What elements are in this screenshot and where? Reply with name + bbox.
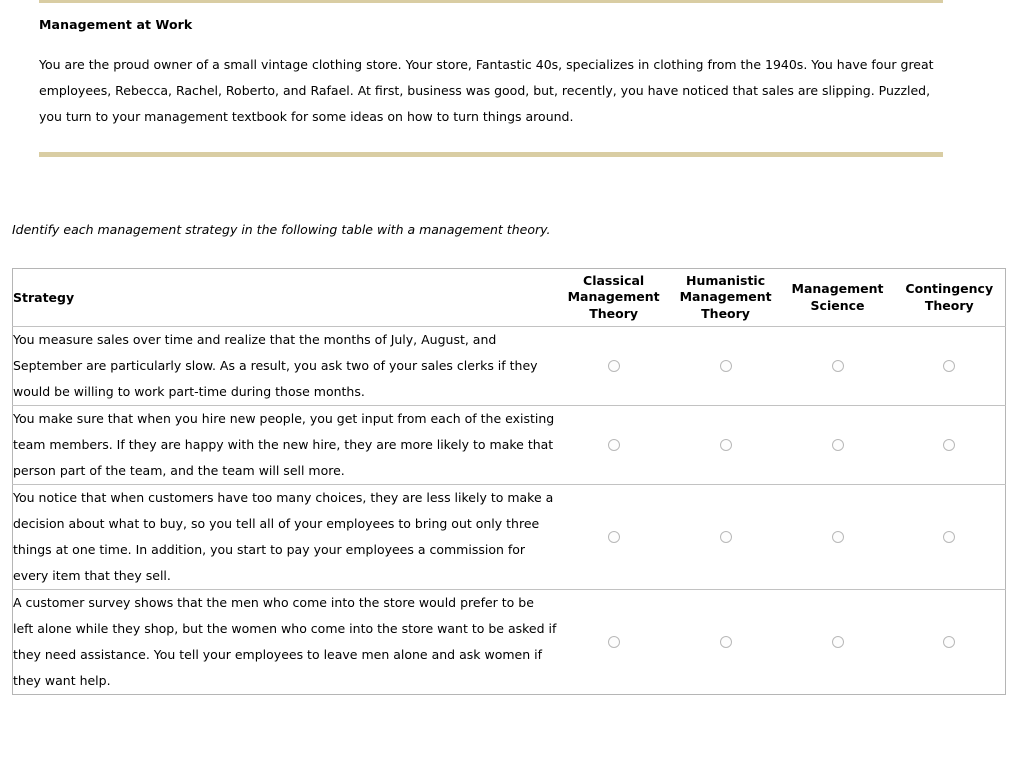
case-study-paragraph: You are the proud owner of a small vinta… (39, 57, 934, 124)
column-header-management-science: Management Science (791, 281, 884, 313)
radio-button[interactable] (607, 438, 620, 451)
instruction-text: Identify each management strategy in the… (12, 222, 551, 237)
column-header-contingency-theory: Contingency Theory (905, 281, 994, 313)
radio-cell-row1-classical[interactable] (558, 327, 670, 406)
radio-button[interactable] (831, 530, 844, 543)
table-head: Strategy Classical Management Theory Hum… (13, 269, 1006, 327)
radio-cell-row2-management-science[interactable] (782, 406, 894, 485)
column-header-strategy: Strategy (13, 290, 75, 305)
case-study-title: Management at Work (39, 17, 193, 32)
radio-button[interactable] (607, 530, 620, 543)
strategy-text: A customer survey shows that the men who… (13, 595, 557, 688)
radio-cell-row3-contingency[interactable] (894, 485, 1006, 590)
radio-button[interactable] (831, 635, 844, 648)
radio-button[interactable] (943, 438, 956, 451)
radio-cell-row4-classical[interactable] (558, 590, 670, 695)
radio-cell-row1-management-science[interactable] (782, 327, 894, 406)
radio-cell-row3-management-science[interactable] (782, 485, 894, 590)
table-row: You make sure that when you hire new peo… (12, 405, 1006, 485)
radio-cell-row2-humanistic[interactable] (670, 406, 782, 485)
radio-button[interactable] (607, 359, 620, 372)
radio-cell-row4-management-science[interactable] (782, 590, 894, 695)
strategy-theory-table: Strategy Classical Management Theory Hum… (12, 268, 1006, 695)
radio-cell-row4-humanistic[interactable] (670, 590, 782, 695)
strategy-text: You notice that when customers have too … (13, 490, 554, 583)
radio-button[interactable] (719, 438, 732, 451)
radio-cell-row1-contingency[interactable] (894, 327, 1006, 406)
table-header-row: Strategy Classical Management Theory Hum… (13, 269, 1006, 327)
radio-cell-row2-classical[interactable] (558, 406, 670, 485)
radio-button[interactable] (831, 359, 844, 372)
radio-button[interactable] (719, 359, 732, 372)
table-row: You measure sales over time and realize … (12, 326, 1006, 406)
column-header-humanistic-management-theory: Humanistic Management Theory (679, 272, 772, 321)
radio-cell-row1-humanistic[interactable] (670, 327, 782, 406)
column-header-classical-management-theory: Classical Management Theory (567, 272, 660, 321)
strategy-text: You measure sales over time and realize … (13, 332, 538, 399)
radio-cell-row4-contingency[interactable] (894, 590, 1006, 695)
radio-button[interactable] (943, 530, 956, 543)
radio-button[interactable] (943, 359, 956, 372)
strategy-text: You make sure that when you hire new peo… (13, 411, 555, 478)
radio-button[interactable] (943, 635, 956, 648)
table-body: You measure sales over time and realize … (12, 326, 1006, 695)
radio-button[interactable] (831, 438, 844, 451)
radio-cell-row3-classical[interactable] (558, 485, 670, 590)
case-study-box: Management at Work You are the proud own… (39, 0, 943, 157)
radio-button[interactable] (719, 530, 732, 543)
radio-cell-row3-humanistic[interactable] (670, 485, 782, 590)
table-row: A customer survey shows that the men who… (12, 589, 1006, 695)
radio-cell-row2-contingency[interactable] (894, 406, 1006, 485)
radio-button[interactable] (607, 635, 620, 648)
radio-button[interactable] (719, 635, 732, 648)
table-row: You notice that when customers have too … (12, 484, 1006, 590)
